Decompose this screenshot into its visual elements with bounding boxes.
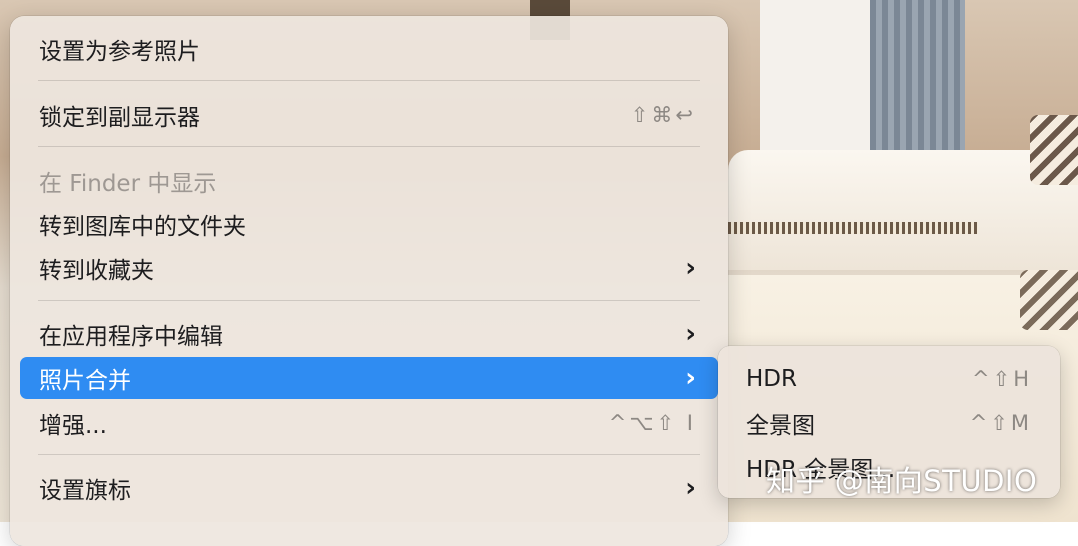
keyboard-shortcut: ^⇧M — [969, 411, 1032, 435]
submenu-item-panorama[interactable]: 全景图 ^⇧M — [728, 402, 1050, 444]
menu-item-label: 转到图库中的文件夹 — [39, 214, 246, 240]
background-pillow-2 — [1020, 270, 1078, 330]
menu-separator — [38, 146, 700, 147]
menu-item-label: 增强... — [39, 413, 107, 439]
watermark: 知乎 @南向STUDIO — [766, 464, 1038, 498]
menu-item-show-in-finder: 在 Finder 中显示 — [20, 160, 718, 202]
menu-separator — [38, 80, 700, 81]
chevron-right-icon: › — [685, 253, 696, 283]
menu-item-go-to-favorites[interactable]: 转到收藏夹 › — [20, 247, 718, 289]
menu-item-go-to-library-folder[interactable]: 转到图库中的文件夹 — [20, 203, 718, 245]
menu-item-set-reference-photo[interactable]: 设置为参考照片 — [20, 28, 718, 70]
menu-item-photo-merge[interactable]: 照片合并 › — [20, 357, 718, 399]
background-window — [760, 0, 870, 150]
menu-item-label: 设置旗标 — [39, 478, 131, 504]
menu-item-enhance[interactable]: 增强... ^⌥⇧ I — [20, 402, 718, 444]
menu-item-label: 在 Finder 中显示 — [39, 171, 217, 197]
menu-separator — [38, 454, 700, 455]
keyboard-shortcut: ^⌥⇧ I — [608, 411, 696, 435]
menu-item-label: 在应用程序中编辑 — [39, 324, 223, 350]
context-menu: 设置为参考照片 锁定到副显示器 ⇧⌘↩ 在 Finder 中显示 转到图库中的文… — [10, 16, 728, 546]
background-bed — [728, 150, 1078, 270]
keyboard-shortcut: ^⇧H — [972, 367, 1032, 391]
menu-separator — [38, 300, 700, 301]
background-bed-fringe — [728, 222, 978, 234]
menu-item-label: 转到收藏夹 — [39, 258, 154, 284]
menu-item-set-flag[interactable]: 设置旗标 › — [20, 467, 718, 509]
menu-item-lock-secondary-display[interactable]: 锁定到副显示器 ⇧⌘↩ — [20, 94, 718, 136]
chevron-right-icon: › — [685, 473, 696, 503]
chevron-right-icon: › — [685, 319, 696, 349]
submenu-item-label: HDR — [746, 366, 797, 392]
keyboard-shortcut: ⇧⌘↩ — [630, 103, 696, 127]
submenu-item-label: 全景图 — [746, 413, 815, 439]
background-pillow — [1030, 115, 1078, 185]
menu-item-edit-in-application[interactable]: 在应用程序中编辑 › — [20, 313, 718, 355]
submenu-item-hdr[interactable]: HDR ^⇧H — [728, 358, 1050, 400]
menu-item-label: 锁定到副显示器 — [39, 105, 200, 131]
menu-item-label: 设置为参考照片 — [39, 39, 200, 65]
background-curtain — [870, 0, 965, 160]
menu-item-label: 照片合并 — [39, 368, 131, 394]
chevron-right-icon: › — [685, 363, 696, 393]
